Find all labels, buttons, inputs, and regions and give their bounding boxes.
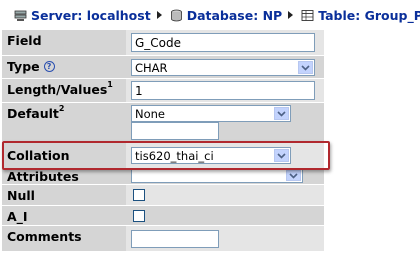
comments-input[interactable]: [131, 230, 219, 248]
dropdown-arrow-icon[interactable]: [286, 170, 301, 181]
server-icon: [14, 9, 27, 22]
help-icon[interactable]: ?: [43, 61, 55, 72]
length-input[interactable]: 1: [131, 81, 315, 100]
breadcrumb-table[interactable]: Table: Group_Pro: [301, 8, 420, 23]
default-select[interactable]: None: [131, 105, 291, 122]
database-icon: [170, 9, 183, 22]
default-footnote: 2: [58, 104, 65, 113]
attributes-row: Attributes: [2, 168, 324, 184]
breadcrumb-database-label: Database: NP: [186, 7, 283, 23]
comments-label: Comments: [2, 226, 126, 251]
null-label: Null: [2, 185, 126, 205]
length-footnote: 1: [107, 80, 113, 89]
breadcrumb-server[interactable]: Server: localhost: [14, 8, 151, 23]
type-label: Type: [7, 59, 40, 74]
dropdown-arrow-icon[interactable]: [274, 149, 289, 162]
breadcrumb: Server: localhost Database: NP Table: Gr…: [0, 0, 420, 30]
attributes-label: Attributes: [2, 169, 126, 184]
comments-row: Comments: [2, 226, 324, 251]
breadcrumb-separator-icon: [288, 11, 294, 19]
field-row: Field G_Code: [2, 30, 324, 55]
field-name-input[interactable]: G_Code: [131, 33, 315, 52]
default-select-value: None: [135, 106, 166, 121]
attributes-select[interactable]: [131, 168, 303, 183]
length-row: Length/Values 1 1: [2, 79, 324, 102]
auto-increment-checkbox[interactable]: [133, 210, 145, 222]
collation-select-value: tis620_thai_ci: [135, 148, 214, 163]
type-select[interactable]: CHAR: [131, 59, 315, 76]
breadcrumb-server-label: Server: localhost: [31, 7, 151, 23]
ai-row: A_I: [2, 206, 324, 225]
null-row: Null: [2, 185, 324, 205]
ai-label: A_I: [2, 206, 126, 225]
breadcrumb-database[interactable]: Database: NP: [170, 7, 283, 23]
collation-row: Collation tis620_thai_ci: [2, 144, 324, 168]
null-checkbox[interactable]: [133, 189, 145, 201]
type-select-value: CHAR: [135, 60, 168, 75]
default-row: Default 2 None: [2, 103, 324, 141]
length-label: Length/Values: [7, 82, 108, 97]
collation-select[interactable]: tis620_thai_ci: [131, 147, 291, 164]
table-icon: [301, 9, 314, 22]
field-label: Field: [2, 30, 126, 55]
collation-label: Collation: [2, 144, 126, 168]
breadcrumb-separator-icon: [156, 11, 162, 19]
breadcrumb-table-label: Table: Group_Pro: [318, 7, 420, 23]
default-value-input[interactable]: [131, 122, 219, 140]
type-row: Type ? CHAR: [2, 56, 324, 78]
dropdown-arrow-icon[interactable]: [298, 61, 313, 74]
dropdown-arrow-icon[interactable]: [274, 107, 289, 120]
default-label: Default: [7, 106, 59, 121]
